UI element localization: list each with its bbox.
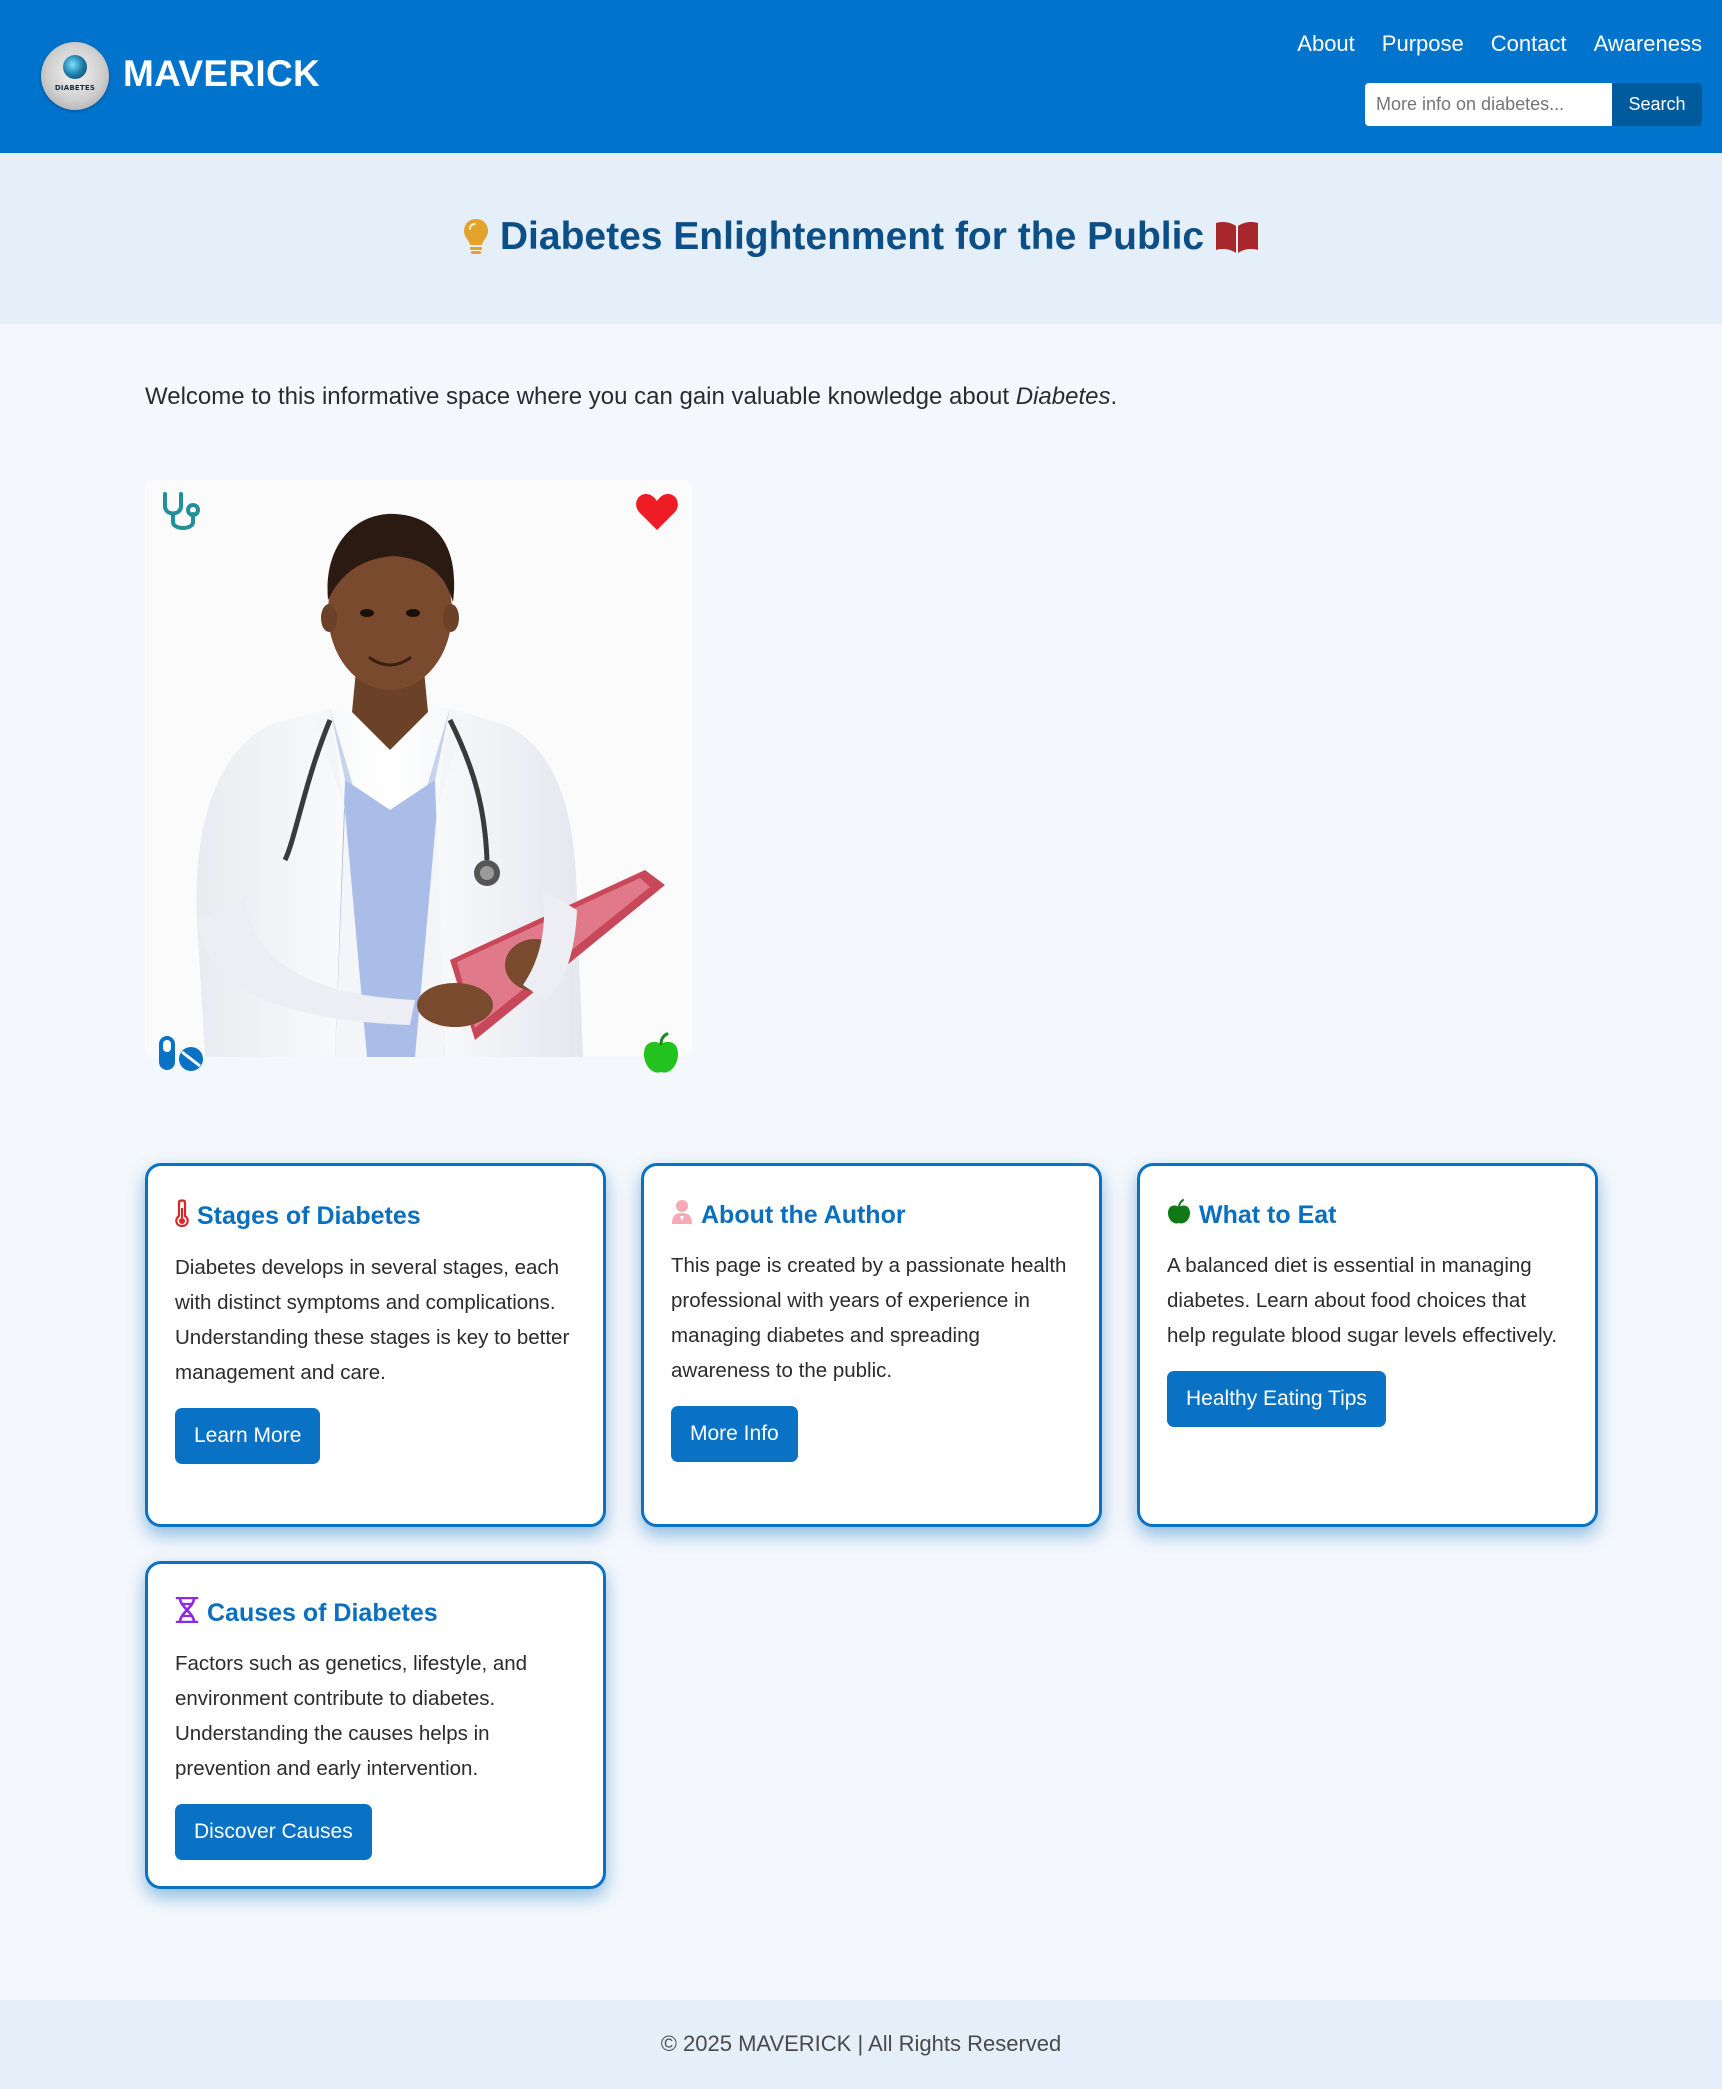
card-title: Causes of Diabetes bbox=[175, 1596, 576, 1630]
site-footer: © 2025 MAVERICK | All Rights Reserved bbox=[0, 2000, 1722, 2089]
learn-more-button[interactable]: Learn More bbox=[175, 1408, 321, 1464]
nav-link-contact[interactable]: Contact bbox=[1491, 31, 1567, 57]
stethoscope-icon bbox=[159, 490, 203, 539]
card-body: Diabetes develops in several stages, eac… bbox=[175, 1256, 570, 1384]
card-stages: Stages of Diabetes Diabetes develops in … bbox=[145, 1163, 606, 1527]
doctor-illustration bbox=[196, 513, 665, 1057]
apple-icon bbox=[1167, 1199, 1191, 1232]
search-form: Search bbox=[1365, 83, 1702, 126]
page-title: Diabetes Enlightenment for the Public bbox=[0, 215, 1722, 259]
nav-link-purpose[interactable]: Purpose bbox=[1382, 31, 1464, 57]
card-title: Stages of Diabetes bbox=[175, 1199, 576, 1234]
discover-causes-button[interactable]: Discover Causes bbox=[175, 1804, 372, 1860]
lightbulb-icon bbox=[462, 217, 490, 257]
copyright-text: © 2025 MAVERICK | All Rights Reserved bbox=[660, 2031, 1062, 2056]
user-doctor-icon bbox=[671, 1199, 693, 1232]
page-title-text: Diabetes Enlightenment for the Public bbox=[499, 215, 1205, 258]
hero-banner: Diabetes Enlightenment for the Public bbox=[0, 153, 1722, 324]
doctor-image bbox=[145, 480, 692, 1073]
brand-name[interactable]: MAVERICK bbox=[123, 53, 320, 95]
card-title: What to Eat bbox=[1167, 1199, 1568, 1232]
thermometer-icon bbox=[175, 1199, 189, 1234]
heart-icon bbox=[635, 492, 679, 537]
card-body: Factors such as genetics, lifestyle, and… bbox=[175, 1652, 528, 1780]
main-nav: About Purpose Contact Awareness bbox=[1297, 31, 1702, 57]
pills-icon bbox=[157, 1034, 205, 1079]
diabetes-logo[interactable]: DIABETES bbox=[41, 42, 109, 110]
card-title: About the Author bbox=[671, 1199, 1072, 1232]
dna-icon bbox=[175, 1596, 199, 1630]
card-diet: What to Eat A balanced diet is essential… bbox=[1137, 1163, 1598, 1527]
card-body: A balanced diet is essential in managing… bbox=[1167, 1254, 1558, 1347]
open-book-icon bbox=[1214, 219, 1260, 255]
site-header: DIABETES MAVERICK About Purpose Contact … bbox=[0, 0, 1722, 153]
globe-icon bbox=[63, 55, 87, 79]
apple-icon bbox=[641, 1032, 681, 1081]
intro-text: Welcome to this informative space where … bbox=[145, 383, 1118, 410]
search-input[interactable] bbox=[1365, 83, 1612, 126]
card-causes: Causes of Diabetes Factors such as genet… bbox=[145, 1561, 606, 1889]
nav-link-awareness[interactable]: Awareness bbox=[1594, 31, 1702, 57]
card-body: This page is created by a passionate hea… bbox=[671, 1254, 1067, 1382]
nav-link-about[interactable]: About bbox=[1297, 31, 1355, 57]
logo-text: DIABETES bbox=[54, 84, 96, 92]
search-button[interactable]: Search bbox=[1612, 83, 1702, 126]
healthy-eating-tips-button[interactable]: Healthy Eating Tips bbox=[1167, 1371, 1386, 1427]
intro-emphasis: Diabetes bbox=[1015, 383, 1111, 410]
more-info-button[interactable]: More Info bbox=[671, 1406, 798, 1462]
card-author: About the Author This page is created by… bbox=[641, 1163, 1102, 1527]
